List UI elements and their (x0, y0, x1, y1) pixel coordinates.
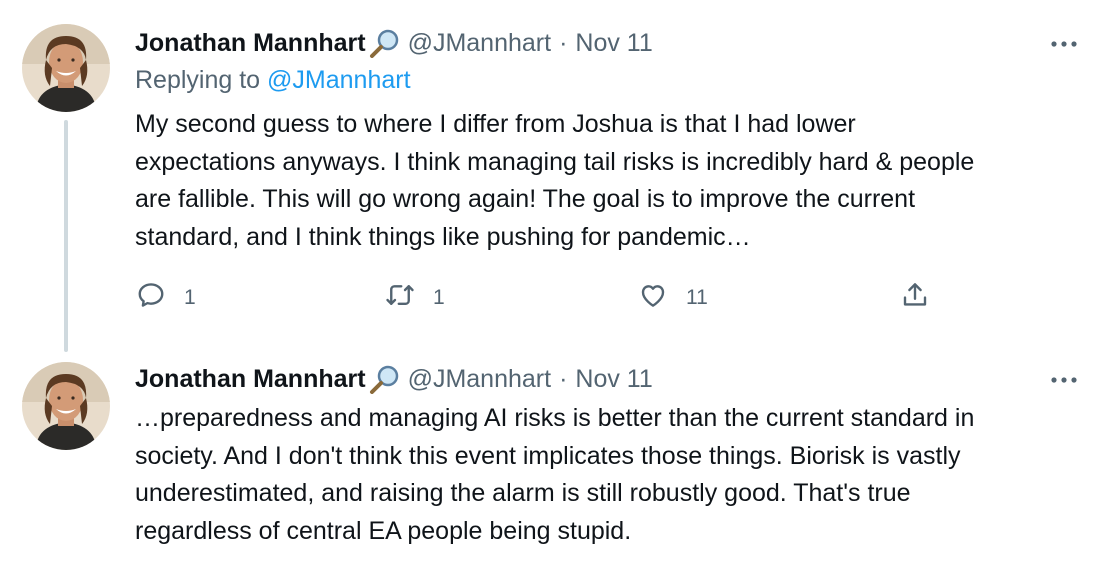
author-name[interactable]: Jonathan Mannhart (135, 29, 366, 58)
heart-icon (638, 280, 668, 316)
replying-to-handle-link[interactable]: @JMannhart (267, 66, 411, 94)
replying-to: Replying to @JMannhart (135, 66, 411, 95)
share-icon (900, 280, 930, 316)
more-options-icon[interactable] (1046, 32, 1082, 56)
magnifying-glass-icon (368, 28, 402, 58)
reply-icon (136, 280, 166, 316)
tweet-header: Jonathan Mannhart @JMannhart · Nov 11 (135, 362, 653, 396)
separator-dot: · (559, 28, 568, 57)
author-name[interactable]: Jonathan Mannhart (135, 365, 366, 394)
author-handle[interactable]: @JMannhart (408, 29, 552, 58)
separator-dot: · (559, 364, 568, 393)
retweet-count: 1 (433, 286, 445, 309)
like-button[interactable]: 11 (638, 276, 708, 320)
tweet-text: My second guess to where I differ from J… (135, 106, 1095, 256)
replying-to-label: Replying to (135, 66, 268, 94)
retweet-icon (385, 280, 415, 316)
tweet-text-line: regardless of central EA people being st… (135, 516, 632, 545)
author-handle[interactable]: @JMannhart (408, 365, 552, 394)
reply-count: 1 (184, 286, 196, 309)
tweet-date[interactable]: Nov 11 (575, 29, 652, 58)
tweet-text-line: are fallible. This will go wrong again! … (135, 185, 916, 213)
magnifying-glass-icon (368, 364, 402, 394)
retweet-button[interactable]: 1 (385, 276, 445, 320)
avatar[interactable] (22, 362, 110, 450)
tweet-text-line: society. And I don't think this event im… (135, 441, 961, 470)
tweet-text-line: expectations anyways. I think managing t… (135, 147, 975, 176)
avatar[interactable] (22, 24, 110, 112)
tweet-text: …preparedness and managing AI risks is b… (135, 400, 1095, 550)
tweet-text-line: My second guess to where I differ from J… (135, 110, 856, 138)
like-count: 11 (686, 286, 708, 309)
tweet-text-line: …preparedness and managing AI risks is b… (135, 404, 975, 432)
tweet-text-line: standard, and I think things like pushin… (135, 222, 751, 251)
tweet-date[interactable]: Nov 11 (575, 365, 652, 394)
tweet-header: Jonathan Mannhart @JMannhart · Nov 11 (135, 26, 653, 60)
tweet-actions: 1 1 11 (0, 276, 1116, 320)
reply-button[interactable]: 1 (136, 276, 196, 320)
more-options-icon[interactable] (1046, 368, 1082, 392)
share-button[interactable] (900, 276, 930, 320)
tweet-text-line: underestimated, and raising the alarm is… (135, 479, 911, 507)
